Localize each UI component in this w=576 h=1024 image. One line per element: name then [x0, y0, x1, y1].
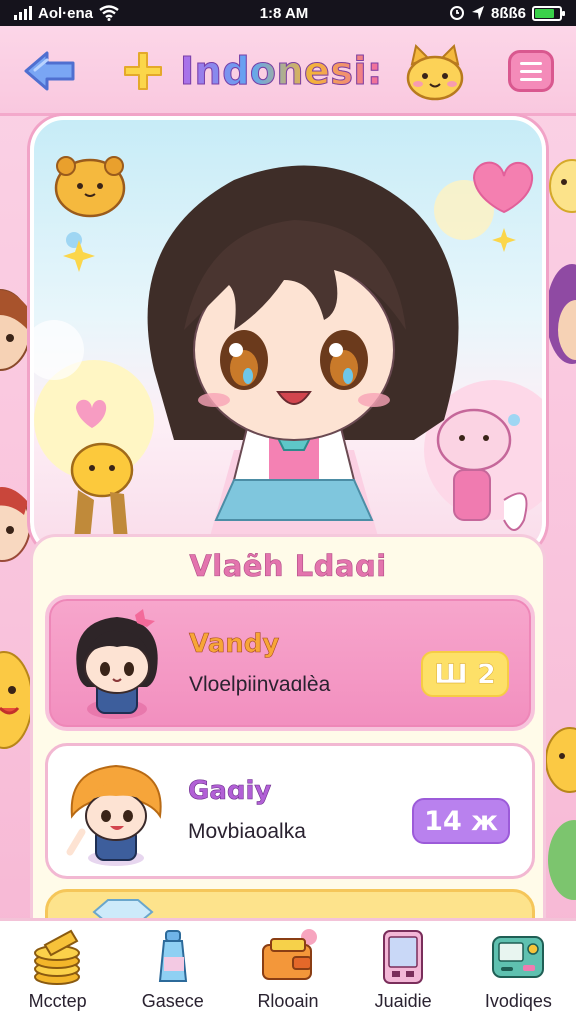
side-character-left-bottom	[0, 651, 32, 749]
signal-icon	[14, 6, 32, 20]
clock: 1:8 AM	[259, 4, 309, 22]
player-subtitle-2: Movbiaoalka	[188, 820, 306, 843]
nav-item-3[interactable]: Rlooain	[233, 927, 343, 1012]
bottom-navigation: Mcctep Gasece Rlooain Juaidie Ivodiqes	[0, 918, 576, 1024]
potion-bottle-icon	[158, 930, 187, 982]
side-character-right-bottom	[545, 727, 576, 900]
game-console-icon	[492, 936, 545, 978]
location-icon	[471, 6, 484, 20]
nav-label-2: Gasece	[141, 991, 204, 1011]
leaderboard-panel: Vlaẽh Ldaɑi Vandy Vloelpiinvaɑlèa Ш 2 Ga…	[30, 534, 546, 934]
back-button[interactable]	[22, 48, 78, 94]
player-name-1: Vandy	[189, 629, 280, 660]
nav-item-1[interactable]: Mcctep	[3, 927, 113, 1012]
side-character-left-top	[0, 289, 31, 371]
battery-level	[535, 8, 555, 18]
status-bar: Aol·ena 1:8 AM 8ßß6	[0, 0, 576, 26]
status-right: 8ßß6	[449, 4, 565, 22]
alarm-icon	[449, 6, 464, 20]
leaderboard-row-1[interactable]: Vandy Vloelpiinvaɑlèa Ш 2	[45, 595, 535, 731]
wifi-icon	[99, 5, 119, 21]
score-badge-1: Ш 2	[421, 651, 509, 697]
hamburger-menu-icon	[520, 61, 542, 65]
status-left: Aol·ena	[14, 5, 119, 22]
add-button[interactable]	[120, 48, 166, 94]
page-title: Indonesi:	[180, 46, 383, 96]
leaderboard-row-2[interactable]: Gaɑiy Movbiaoalka 14 ж	[45, 743, 535, 879]
player-subtitle-1: Vloelpiinvaɑlèa	[189, 673, 331, 696]
cat-mascot-icon	[406, 44, 464, 101]
side-character-left-mid	[0, 487, 31, 562]
battery-text: 8ßß6	[490, 4, 526, 22]
hero-character-illustration	[34, 156, 542, 540]
nav-item-5[interactable]: Ivodiqes	[463, 927, 573, 1012]
coin-stack-icon	[33, 929, 80, 985]
plus-icon	[124, 52, 162, 90]
side-character-right-mid	[546, 264, 576, 364]
nav-label-3: Rlooain	[257, 991, 319, 1011]
nav-item-2[interactable]: Gasece	[118, 927, 228, 1012]
hero-character-card[interactable]	[30, 116, 546, 556]
side-character-right-top	[549, 159, 576, 213]
phone-screen-icon	[383, 930, 424, 984]
nav-label-5: Ivodiqes	[484, 991, 552, 1011]
app-header: Indonesi:	[0, 26, 576, 116]
nav-label-4: Juaidie	[374, 991, 432, 1011]
leaderboard-title: Vlaẽh Ldaɑi	[189, 549, 387, 584]
player-avatar-1	[76, 609, 158, 719]
player-name-2: Gaɑiy	[188, 776, 272, 807]
score-badge-2: 14 ж	[412, 798, 510, 844]
nav-label-1: Mcctep	[28, 991, 87, 1011]
carrier-name: Aol·ena	[38, 4, 94, 22]
arrow-left-icon	[24, 51, 75, 91]
nav-item-4[interactable]: Juaidie	[348, 927, 458, 1012]
wallet-icon	[261, 929, 317, 980]
menu-button[interactable]	[508, 50, 554, 92]
battery-icon	[532, 5, 565, 21]
player-avatar-2	[66, 764, 162, 866]
